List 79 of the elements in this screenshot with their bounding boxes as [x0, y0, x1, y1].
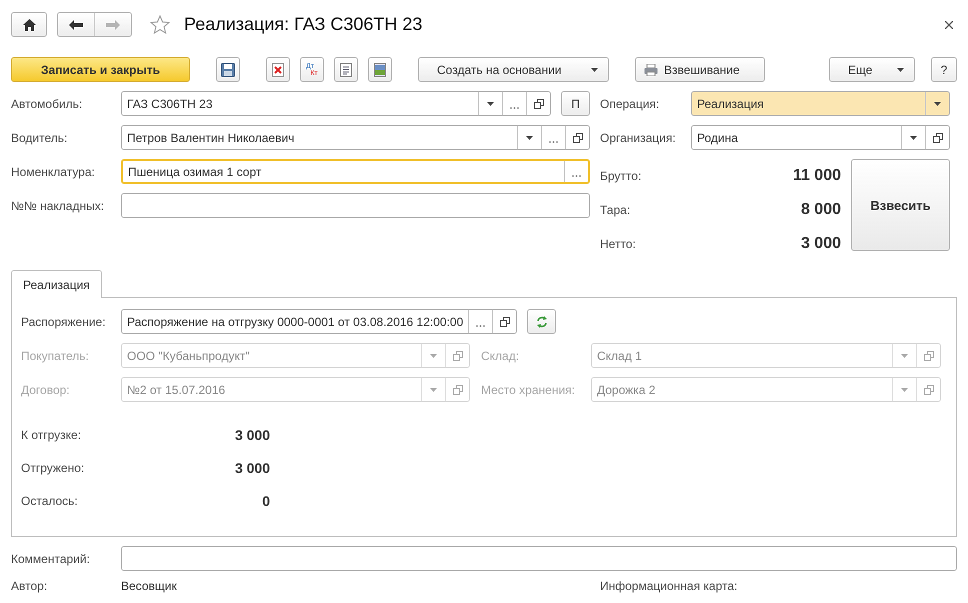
input-field[interactable]: ГАЗ С306ТН 23: [121, 91, 551, 116]
extra-button[interactable]: П: [561, 91, 590, 116]
caret-icon: [910, 136, 917, 140]
total-value: 3 000: [234, 460, 270, 476]
open-icon: [452, 350, 462, 360]
report-button[interactable]: [334, 57, 358, 82]
field-label: Комментарий:: [11, 552, 91, 566]
menu-button[interactable]: Еще: [829, 57, 915, 82]
weight-label: Брутто:: [600, 169, 642, 183]
field-label: Информационная карта:: [600, 579, 738, 593]
home-icon: [22, 18, 36, 30]
weight-label: Нетто:: [600, 237, 636, 251]
open-icon: [924, 384, 934, 394]
weight-value: 11 000: [792, 167, 841, 185]
star-icon[interactable]: [150, 15, 170, 34]
input-field[interactable]: Пшеница озимая 1 сорт: [121, 159, 590, 184]
weigh-button[interactable]: Взвесить: [851, 159, 950, 251]
field-label: Распоряжение:: [21, 314, 107, 328]
field-label: Покупатель:: [21, 348, 90, 362]
total-value: 3 000: [234, 426, 270, 442]
caret-icon: [934, 102, 941, 106]
help-button[interactable]: ?: [931, 57, 957, 82]
total-label: Осталось:: [21, 494, 78, 508]
save-and-close-button[interactable]: Записать и закрыть: [11, 57, 190, 82]
document-icon: [340, 62, 352, 76]
refresh-button[interactable]: [527, 309, 556, 334]
caret-icon: [430, 354, 437, 358]
input-field[interactable]: Родина: [691, 125, 950, 150]
field-value: Весовщик: [121, 579, 177, 593]
tab[interactable]: Реализация: [11, 270, 102, 298]
caret-icon: [901, 388, 908, 392]
field-label: Операция:: [600, 96, 660, 110]
home-button[interactable]: [11, 12, 47, 37]
weight-label: Тара:: [600, 203, 630, 217]
caret-icon: [591, 68, 598, 72]
open-icon: [572, 132, 582, 142]
field-label: Место хранения:: [481, 382, 576, 396]
open-icon: [534, 98, 544, 108]
field-label: Автомобиль:: [11, 96, 84, 110]
open-icon: [924, 350, 934, 360]
open-icon: [500, 316, 510, 326]
caret-icon: [897, 68, 904, 72]
input-field[interactable]: Реализация: [691, 91, 950, 116]
comment-field[interactable]: [121, 546, 957, 571]
arrow-icon: [106, 20, 120, 30]
delete-button[interactable]: [266, 57, 290, 82]
caret-icon: [526, 136, 533, 140]
window-title: Реализация: ГАЗ С306ТН 23: [184, 14, 422, 35]
field-label: Договор:: [21, 382, 71, 396]
input-field[interactable]: Петров Валентин Николаевич: [121, 125, 590, 150]
preview-button[interactable]: [368, 57, 392, 82]
field-label: Водитель:: [11, 130, 68, 144]
field-label: Организация:: [600, 130, 677, 144]
caret-icon: [901, 354, 908, 358]
field-label: Номенклатура:: [11, 164, 96, 178]
close-icon[interactable]: [945, 20, 953, 28]
field-label: №№ накладных:: [11, 198, 106, 212]
caret-icon: [487, 102, 494, 106]
delete-icon: [272, 62, 284, 76]
refresh-icon: [536, 316, 548, 328]
open-icon: [932, 132, 942, 142]
weight-value: 3 000: [800, 235, 841, 253]
caret-icon: [430, 388, 437, 392]
printer-icon: [644, 64, 658, 76]
total-value: 0: [262, 492, 270, 508]
save-button[interactable]: [216, 57, 240, 82]
weight-value: 8 000: [800, 201, 841, 219]
total-label: Отгружено:: [21, 460, 84, 474]
arrow-icon: [69, 20, 83, 30]
open-icon: [452, 384, 462, 394]
save-icon: [221, 62, 235, 76]
field-label: Склад:: [481, 348, 520, 362]
weighing-button[interactable]: Взвешивание: [635, 57, 765, 82]
total-label: К отгрузке:: [21, 428, 82, 442]
image-icon: [374, 62, 386, 76]
field-label: Автор:: [11, 579, 48, 593]
input-field[interactable]: [121, 193, 590, 218]
menu-button[interactable]: Создать на основании: [418, 57, 609, 82]
input-field[interactable]: Распоряжение на отгрузку 0000-0001 от 03.08.2016 12:00:00: [121, 309, 518, 334]
